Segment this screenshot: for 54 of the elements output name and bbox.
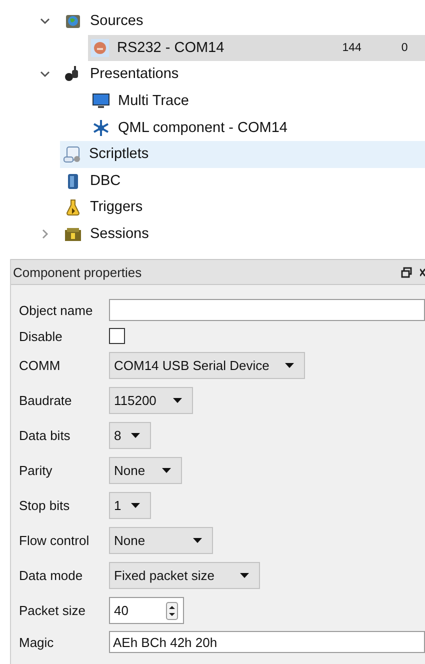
tree-item[interactable]: Scriptlets bbox=[60, 140, 425, 168]
field-label: Flow control bbox=[19, 533, 90, 548]
dropdown-arrow-icon bbox=[285, 363, 294, 368]
expand-chevron-icon[interactable] bbox=[40, 229, 50, 240]
dropdown[interactable]: 115200 bbox=[109, 387, 193, 414]
field-label: Data bits bbox=[19, 428, 72, 443]
tree-item[interactable]: Triggers bbox=[0, 194, 425, 221]
dropdown-arrow-icon bbox=[131, 503, 140, 508]
input-field[interactable]: AEh BCh 42h 20h bbox=[109, 631, 425, 653]
field-label: Data mode bbox=[19, 568, 84, 583]
close-icon[interactable] bbox=[420, 268, 425, 276]
tree-item[interactable]: Multi Trace bbox=[0, 88, 425, 114]
dropdown[interactable]: COM14 USB Serial Device bbox=[109, 352, 305, 379]
field-label: Magic bbox=[19, 634, 55, 650]
tree-item[interactable]: DBC bbox=[0, 168, 425, 194]
lockbox-icon bbox=[64, 225, 82, 244]
tree-item[interactable]: RS232 - COM14 144 0 bbox=[88, 34, 425, 62]
tree-cell: 0 bbox=[401, 42, 408, 54]
collapse-chevron-icon[interactable] bbox=[40, 69, 50, 80]
dropdown-arrow-icon bbox=[131, 433, 140, 438]
panel-title: Component properties bbox=[13, 264, 143, 280]
dropdown[interactable]: 8 bbox=[109, 422, 151, 449]
dropdown[interactable]: 1 bbox=[109, 492, 151, 519]
collapse-chevron-icon[interactable] bbox=[40, 16, 50, 26]
field-label: Disable bbox=[19, 328, 64, 344]
checkbox[interactable] bbox=[109, 328, 125, 344]
dropdown[interactable]: Fixed packet size bbox=[109, 562, 260, 589]
tree-item[interactable]: Sessions bbox=[0, 220, 425, 248]
spin-arrows-icon[interactable] bbox=[166, 602, 178, 620]
float-icon[interactable] bbox=[401, 266, 412, 278]
dropdown-arrow-icon bbox=[162, 468, 171, 473]
dropdown-arrow-icon bbox=[193, 538, 202, 543]
tree-item[interactable]: Presentations bbox=[0, 61, 425, 88]
field-label: Packet size bbox=[19, 603, 86, 618]
dropdown[interactable]: None bbox=[109, 457, 182, 484]
input-field[interactable] bbox=[109, 299, 425, 321]
serial-port-icon bbox=[91, 38, 109, 57]
script-icon bbox=[63, 145, 81, 164]
tree-item[interactable]: Sources bbox=[0, 8, 425, 35]
field-label: Baudrate bbox=[19, 393, 73, 408]
monitor-icon bbox=[92, 92, 110, 110]
field-label: Object name bbox=[19, 302, 94, 318]
dropdown-arrow-icon bbox=[173, 398, 182, 403]
snowflake-icon bbox=[92, 118, 110, 137]
field-label: COMM bbox=[19, 358, 62, 373]
field-label: Parity bbox=[19, 463, 54, 478]
dropdown[interactable]: None bbox=[109, 527, 213, 554]
tree-item[interactable]: QML component - COM14 bbox=[0, 114, 425, 141]
spin-box[interactable]: 40 bbox=[109, 597, 184, 624]
field-label: Stop bits bbox=[19, 498, 71, 513]
flask-icon bbox=[64, 198, 82, 216]
tree-cell: 144 bbox=[342, 42, 362, 54]
globe-box-icon bbox=[64, 12, 82, 30]
dropdown-arrow-icon bbox=[240, 573, 249, 578]
